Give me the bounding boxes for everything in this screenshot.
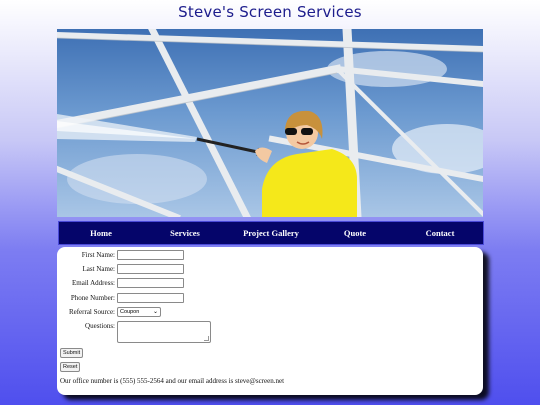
last-name-row: Last Name: [57, 263, 483, 275]
reset-button[interactable]: Reset [60, 362, 81, 372]
first-name-field[interactable] [117, 250, 184, 260]
last-name-field[interactable] [117, 264, 184, 274]
questions-label: Questions: [85, 322, 115, 330]
nav-contact[interactable]: Contact [398, 222, 482, 244]
questions-row: Questions: [57, 320, 483, 344]
first-name-label: First Name: [81, 251, 115, 259]
referral-label: Referral Source: [68, 308, 115, 316]
office-contact-note: Our office number is (555) 555-2564 and … [60, 377, 285, 385]
referral-select[interactable]: Coupon ⌄ [117, 307, 161, 317]
nav-project-gallery[interactable]: Project Gallery [229, 222, 313, 244]
first-name-row: First Name: [57, 249, 483, 261]
contact-form-panel: First Name: Last Name: Email Address: Ph… [57, 247, 483, 395]
email-label: Email Address: [72, 279, 115, 287]
nav-quote[interactable]: Quote [313, 222, 397, 244]
nav-home[interactable]: Home [59, 222, 143, 244]
phone-row: Phone Number: [57, 292, 483, 304]
submit-button[interactable]: Submit [60, 348, 84, 358]
site-title: Steve's Screen Services [178, 3, 362, 21]
resize-grip-icon[interactable] [204, 336, 209, 341]
nav-services[interactable]: Services [143, 222, 227, 244]
referral-row: Referral Source: Coupon ⌄ [57, 306, 483, 318]
email-row: Email Address: [57, 277, 483, 289]
last-name-label: Last Name: [82, 265, 115, 273]
questions-textarea[interactable] [117, 321, 211, 343]
phone-label: Phone Number: [70, 294, 115, 302]
main-nav: Home Services Project Gallery Quote Cont… [58, 221, 484, 245]
chevron-down-icon: ⌄ [152, 309, 158, 315]
email-field[interactable] [117, 278, 184, 288]
hero-image [57, 29, 483, 217]
referral-selected-value: Coupon [120, 309, 140, 315]
phone-field[interactable] [117, 293, 184, 303]
